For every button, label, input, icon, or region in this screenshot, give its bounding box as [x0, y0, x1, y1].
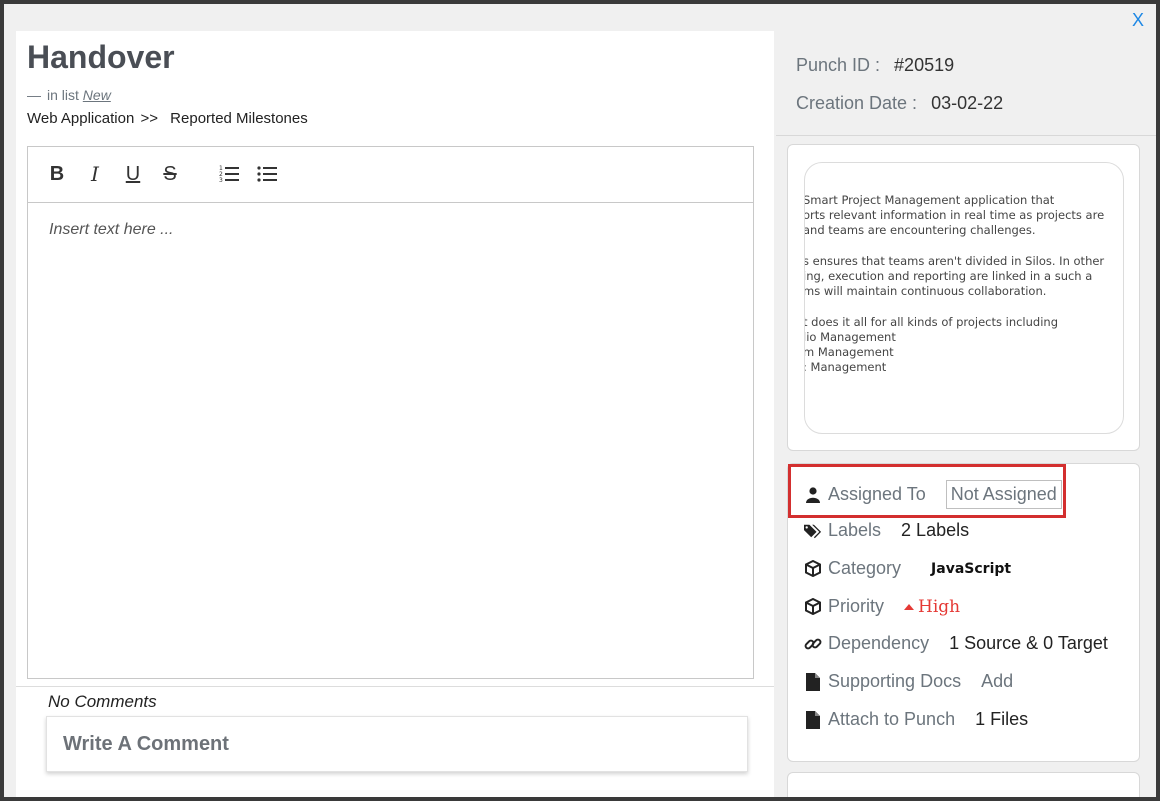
creation-date-value: 03-02-22 [931, 93, 1004, 113]
labels-value[interactable]: 2 Labels [901, 520, 969, 541]
svg-text:3: 3 [219, 177, 223, 184]
punch-id-label: Punch ID : [796, 55, 881, 75]
category-label: Category [828, 558, 902, 578]
supporting-docs-label: Supporting Docs [828, 671, 962, 691]
assigned-to-label: Assigned To [828, 484, 926, 504]
ordered-list-button[interactable]: 1 2 3 [218, 163, 240, 185]
next-card [787, 772, 1140, 797]
write-comment-input[interactable]: Write A Comment [46, 716, 748, 772]
italic-button[interactable]: I [84, 162, 106, 186]
creation-date-label: Creation Date : [796, 93, 918, 113]
assigned-to-row: Assigned To Not Assigned [804, 480, 1062, 509]
file-icon [804, 672, 822, 691]
list-link[interactable]: New [83, 87, 111, 103]
comments-divider [16, 686, 774, 687]
card-title: Handover [27, 39, 175, 75]
breadcrumb-project[interactable]: Web Application [27, 110, 134, 127]
attachment-preview-card: Smart Project Management application tha… [787, 144, 1140, 451]
supporting-docs-row: Supporting Docs Add [804, 671, 1013, 692]
preview-line: ms will maintain continuous collaboratio… [804, 284, 1047, 298]
preview-line: ing, execution and reporting are linked … [804, 269, 1093, 283]
list-info: — in list New [27, 87, 111, 103]
cube-icon [804, 598, 822, 616]
attach-to-punch-label: Attach to Punch [828, 709, 956, 729]
preview-line: m Management [804, 345, 894, 359]
file-icon [804, 710, 822, 729]
user-icon [804, 486, 822, 504]
link-icon [804, 635, 822, 653]
ordered-list-icon: 1 2 3 [219, 165, 239, 184]
editor-toolbar: B I U S 1 2 3 [28, 147, 753, 203]
bullet-list-icon [257, 166, 277, 182]
creation-date-row: Creation Date : 03-02-22 [796, 93, 1003, 114]
priority-label: Priority [828, 596, 885, 616]
preview-line: t does it all for all kinds of projects … [804, 315, 1058, 329]
priority-row: Priority High [804, 596, 960, 617]
punch-detail-modal: X Handover — in list New Web Application … [4, 4, 1156, 797]
preview-line: Smart Project Management application tha… [804, 193, 1055, 207]
bullet-list-button[interactable] [256, 163, 278, 185]
preview-line: s ensures that teams aren't divided in S… [804, 254, 1105, 268]
list-prefix: in list [47, 87, 79, 103]
editor-text-area[interactable]: Insert text here ... [28, 203, 753, 678]
bold-button[interactable]: B [46, 163, 68, 185]
preview-line: lio Management [804, 330, 896, 344]
attachment-thumbnail[interactable]: Smart Project Management application tha… [804, 162, 1124, 434]
strikethrough-button[interactable]: S [159, 163, 181, 185]
category-row: Category JavaScript [804, 558, 1011, 579]
caret-up-icon [904, 603, 915, 610]
dependency-label: Dependency [828, 633, 930, 653]
dependency-value[interactable]: 1 Source & 0 Target [949, 633, 1108, 654]
breadcrumb-separator: >> [140, 110, 158, 127]
attach-to-punch-row: Attach to Punch 1 Files [804, 709, 1028, 730]
punch-id-row: Punch ID : #20519 [796, 55, 954, 76]
labels-label: Labels [828, 520, 882, 540]
no-comments-text: No Comments [48, 692, 157, 711]
punch-id-value: #20519 [894, 55, 955, 75]
properties-card: Assigned To Not Assigned Labels 2 Labels… [787, 463, 1140, 762]
close-button[interactable]: X [1132, 10, 1144, 31]
assigned-to-select[interactable]: Not Assigned [945, 480, 1062, 509]
right-pane: Punch ID : #20519 Creation Date : 03-02-22… [776, 31, 1156, 797]
preview-line: and teams are encountering challenges. [804, 223, 1036, 237]
category-value[interactable]: JavaScript [931, 561, 1011, 577]
supporting-docs-add[interactable]: Add [981, 671, 1013, 692]
underline-button[interactable]: U [122, 163, 144, 185]
breadcrumb-section[interactable]: Reported Milestones [170, 110, 308, 127]
attach-to-punch-value[interactable]: 1 Files [975, 709, 1028, 730]
preview-line: : Management [804, 360, 887, 374]
list-dash: — [27, 87, 41, 103]
dependency-row: Dependency 1 Source & 0 Target [804, 633, 1108, 654]
labels-row: Labels 2 Labels [804, 520, 969, 541]
breadcrumb: Web Application >> Reported Milestones [27, 110, 308, 127]
meta-divider [776, 135, 1156, 136]
tags-icon [804, 522, 822, 540]
preview-line: orts relevant information in real time a… [804, 208, 1105, 222]
priority-value[interactable]: High [918, 597, 960, 617]
rich-text-editor: B I U S 1 2 3 Insert text here ... [27, 146, 754, 679]
left-pane: Handover — in list New Web Application >>… [16, 31, 774, 797]
cube-icon [804, 560, 822, 578]
